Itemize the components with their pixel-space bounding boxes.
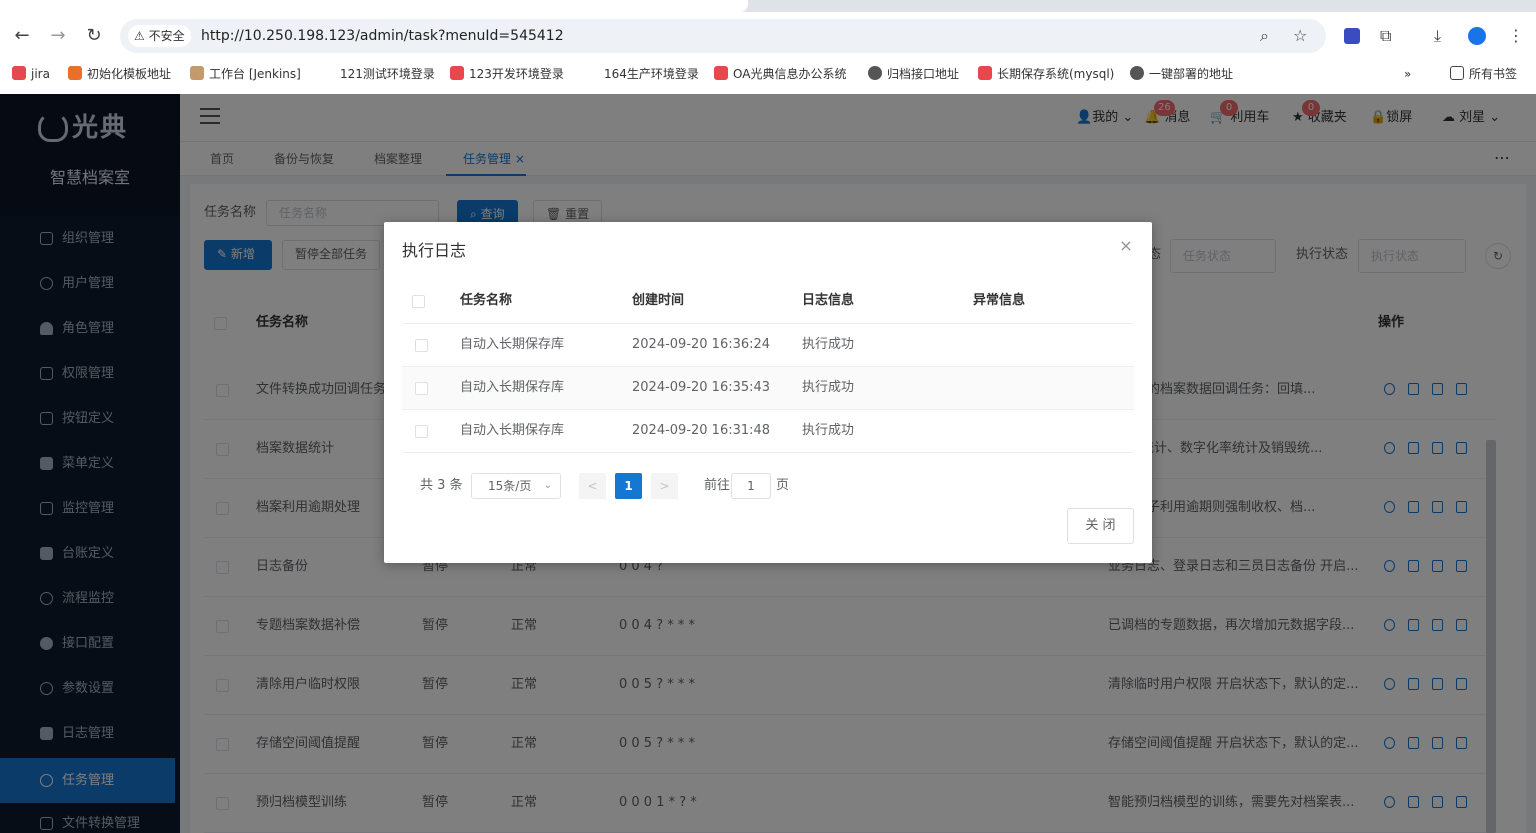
row-checkbox[interactable] <box>415 339 428 352</box>
bookmark-favicon-icon <box>714 66 728 80</box>
current-page[interactable]: 1 <box>615 473 642 499</box>
cell-log-info: 执行成功 <box>802 423 855 438</box>
extension-icon[interactable] <box>1344 28 1360 44</box>
insecure-badge[interactable]: ⚠ 不安全 <box>128 25 191 47</box>
forward-arrow-icon[interactable]: → <box>46 24 70 48</box>
profile-avatar-icon[interactable] <box>1468 27 1486 45</box>
table-bottom-border <box>402 452 1134 453</box>
bookmark-label: 121测试环境登录 <box>340 67 435 81</box>
all-bookmarks[interactable]: 所有书签 <box>1450 65 1517 83</box>
goto-prefix: 前往 <box>704 478 731 493</box>
bookmark-item[interactable]: 长期保存系统(mysql) <box>978 65 1114 83</box>
star-icon[interactable]: ☆ <box>1293 26 1307 46</box>
bookmark-item[interactable]: 123开发环境登录 <box>450 65 564 83</box>
bookmark-label: 长期保存系统(mysql) <box>997 67 1115 81</box>
table-row[interactable]: 自动入长期保存库 2024-09-20 16:35:43 执行成功 <box>402 366 1134 409</box>
pagination-total: 共 3 条 <box>420 478 463 493</box>
select-all-checkbox[interactable] <box>412 295 425 308</box>
browser-tab-active[interactable] <box>0 0 748 12</box>
log-table: 任务名称 创建时间 日志信息 异常信息 自动入长期保存库 2024-09-20 … <box>402 279 1134 453</box>
back-arrow-icon[interactable]: ← <box>10 24 34 48</box>
header-task-name: 任务名称 <box>460 293 513 308</box>
bookmark-item[interactable]: 工作台 [Jenkins] <box>190 65 301 83</box>
cell-log-info: 执行成功 <box>802 380 855 395</box>
next-page-button[interactable]: > <box>651 473 678 499</box>
page-size-value: 15条/页 <box>488 479 532 493</box>
address-bar[interactable]: ⚠ 不安全 http://10.250.198.123/admin/task?m… <box>120 19 1326 53</box>
address-row: ← → ↻ ⚠ 不安全 http://10.250.198.123/admin/… <box>0 14 1536 58</box>
more-vertical-icon[interactable]: ⋮ <box>1508 26 1524 46</box>
execution-log-dialog: 执行日志 × 任务名称 创建时间 日志信息 异常信息 自动入长期保存库 2024… <box>384 222 1152 563</box>
bookmark-item[interactable]: OA光典信息办公系统 <box>714 65 846 83</box>
row-checkbox[interactable] <box>415 425 428 438</box>
row-checkbox[interactable] <box>415 382 428 395</box>
bookmark-label: 归档接口地址 <box>887 67 960 81</box>
bookmark-label: OA光典信息办公系统 <box>733 67 847 81</box>
cell-created-time: 2024-09-20 16:36:24 <box>632 337 771 352</box>
bookmark-item[interactable]: 初始化模板地址 <box>68 65 171 83</box>
browser-chrome: ← → ↻ ⚠ 不安全 http://10.250.198.123/admin/… <box>0 0 1536 94</box>
goto-suffix: 页 <box>776 478 790 493</box>
bookmark-label: jira <box>31 67 50 81</box>
reload-icon[interactable]: ↻ <box>82 24 106 48</box>
header-error-info: 异常信息 <box>973 293 1026 308</box>
bookmark-label: 164生产环境登录 <box>604 67 699 81</box>
table-row[interactable]: 自动入长期保存库 2024-09-20 16:36:24 执行成功 <box>402 323 1134 366</box>
tab-strip <box>0 0 1536 12</box>
goto-page-input[interactable]: 1 <box>731 473 771 499</box>
cell-task-name: 自动入长期保存库 <box>460 337 565 352</box>
bookmark-label: 初始化模板地址 <box>87 67 172 81</box>
header-log-info: 日志信息 <box>802 293 855 308</box>
insecure-label: 不安全 <box>148 29 185 43</box>
bookmark-item[interactable]: 归档接口地址 <box>868 65 959 83</box>
cell-task-name: 自动入长期保存库 <box>460 380 565 395</box>
all-bookmarks-label: 所有书签 <box>1469 67 1518 81</box>
bookmark-favicon-icon <box>12 66 26 80</box>
zoom-icon[interactable]: ⌕ <box>1260 26 1269 46</box>
gitlab-icon <box>68 66 82 80</box>
header-created-time: 创建时间 <box>632 293 685 308</box>
bookmark-favicon-icon <box>978 66 992 80</box>
prev-page-button[interactable]: < <box>579 473 606 499</box>
download-icon[interactable]: ⤓ <box>1434 26 1441 46</box>
dialog-close-button[interactable]: 关 闭 <box>1067 508 1134 544</box>
jenkins-icon <box>190 66 204 80</box>
bookmarks-overflow-icon[interactable]: » <box>1404 65 1411 83</box>
chevron-down-icon: ⌄ <box>543 480 552 491</box>
bookmark-label: 工作台 [Jenkins] <box>209 67 301 81</box>
puzzle-icon[interactable]: ⧉ <box>1380 26 1391 46</box>
close-icon[interactable]: × <box>1118 238 1134 254</box>
bookmark-label: 123开发环境登录 <box>469 67 564 81</box>
globe-icon <box>868 66 882 80</box>
cell-log-info: 执行成功 <box>802 337 855 352</box>
pagination: 共 3 条 15条/页 ⌄ < 1 > 前往 1 页 <box>420 473 840 499</box>
url-text[interactable]: http://10.250.198.123/admin/task?menuId=… <box>201 26 564 46</box>
bookmark-favicon-icon <box>450 66 464 80</box>
bookmark-label: 一键部署的地址 <box>1149 67 1234 81</box>
bookmark-item[interactable]: 121测试环境登录 <box>340 65 435 83</box>
bookmark-item[interactable]: 一键部署的地址 <box>1130 65 1233 83</box>
cell-task-name: 自动入长期保存库 <box>460 423 565 438</box>
globe-icon <box>1130 66 1144 80</box>
bookmark-item[interactable]: 164生产环境登录 <box>604 65 699 83</box>
dialog-title: 执行日志 <box>402 241 467 260</box>
bookmarks-bar: jira 初始化模板地址 工作台 [Jenkins] 121测试环境登录 123… <box>0 62 1536 86</box>
table-row[interactable]: 自动入长期保存库 2024-09-20 16:31:48 执行成功 <box>402 409 1134 452</box>
page-size-select[interactable]: 15条/页 ⌄ <box>471 473 561 499</box>
folder-icon <box>1450 66 1464 80</box>
cell-created-time: 2024-09-20 16:31:48 <box>632 423 771 438</box>
bookmark-item[interactable]: jira <box>12 65 50 83</box>
cell-created-time: 2024-09-20 16:35:43 <box>632 380 771 395</box>
